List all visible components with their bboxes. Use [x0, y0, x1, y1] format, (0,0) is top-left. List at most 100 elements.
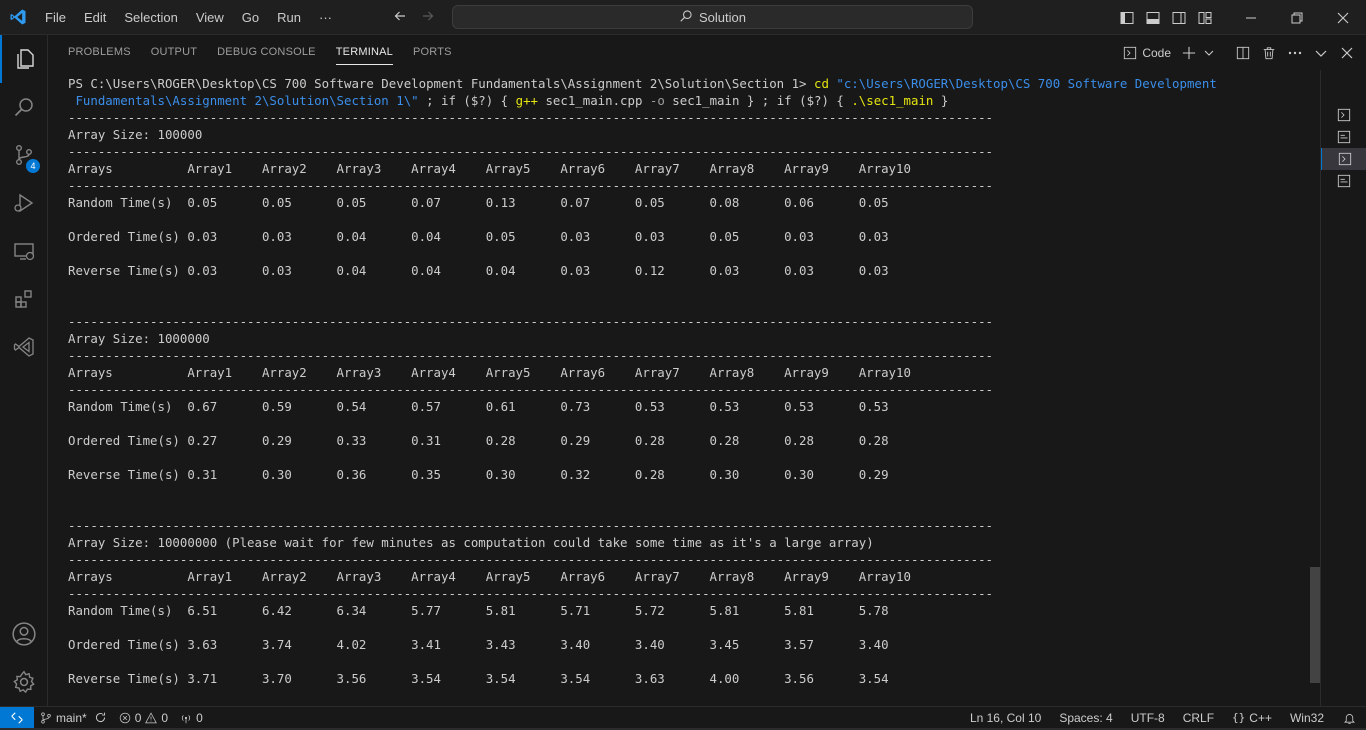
tab-output[interactable]: OUTPUT	[141, 35, 207, 70]
terminal-instance-3-icon[interactable]	[1321, 148, 1366, 170]
end-of-line[interactable]: CRLF	[1174, 707, 1223, 729]
forward-arrow-icon[interactable]	[420, 8, 436, 27]
restore-icon[interactable]	[1274, 0, 1320, 35]
close-window-icon[interactable]	[1320, 0, 1366, 35]
encoding[interactable]: UTF-8	[1122, 707, 1174, 729]
ports-status[interactable]: 0	[174, 707, 209, 729]
cmd-path-1: "c:\Users\ROGER\Desktop\CS 700 Software …	[828, 76, 1217, 91]
kill-terminal-trash-icon[interactable]	[1258, 42, 1280, 64]
time-value: 3.63	[634, 671, 665, 686]
ports-count: 0	[196, 710, 203, 725]
new-terminal-plus-icon[interactable]	[1178, 42, 1200, 64]
header-array-4: Array4	[411, 365, 456, 380]
toggle-panel-icon[interactable]	[1140, 0, 1166, 35]
platform[interactable]: Win32	[1281, 707, 1333, 729]
terminal-instance-4-icon[interactable]	[1321, 170, 1366, 192]
toggle-primary-sidebar-icon[interactable]	[1114, 0, 1140, 35]
separator-line: ----------------------------------------…	[68, 382, 993, 397]
time-value: 0.30	[485, 467, 516, 482]
tab-terminal[interactable]: TERMINAL	[326, 35, 403, 70]
time-value: 0.06	[784, 195, 814, 210]
indentation[interactable]: Spaces: 4	[1050, 707, 1121, 729]
close-panel-icon[interactable]	[1336, 42, 1358, 64]
search-icon[interactable]	[0, 83, 48, 131]
time-value: 0.07	[560, 195, 591, 210]
time-value: 5.71	[560, 603, 591, 618]
row-label: Ordered Time(s)	[68, 229, 180, 244]
source-control-icon[interactable]: 4	[0, 131, 48, 179]
time-value: 0.31	[187, 467, 218, 482]
remote-explorer-icon[interactable]	[0, 227, 48, 275]
account-icon[interactable]	[0, 610, 48, 658]
command-center-search[interactable]: Solution	[452, 5, 973, 29]
run-debug-icon[interactable]	[0, 179, 48, 227]
maximize-panel-chevron-icon[interactable]	[1310, 42, 1332, 64]
visual-studio-icon[interactable]	[0, 323, 48, 371]
menu-edit[interactable]: Edit	[75, 0, 115, 35]
toggle-secondary-sidebar-icon[interactable]	[1166, 0, 1192, 35]
terminal-instance-1-icon[interactable]	[1321, 104, 1366, 126]
menu-run[interactable]: Run	[268, 0, 310, 35]
time-value: 0.73	[560, 399, 591, 414]
time-value: 6.42	[261, 603, 292, 618]
time-value: 3.40	[634, 637, 665, 652]
terminal-output[interactable]: PS C:\Users\ROGER\Desktop\CS 700 Softwar…	[68, 75, 1318, 705]
back-arrow-icon[interactable]	[392, 8, 408, 27]
settings-gear-icon[interactable]	[0, 658, 48, 706]
remote-indicator-icon[interactable]	[0, 706, 34, 729]
minimize-icon[interactable]	[1228, 0, 1274, 35]
tab-debug-console[interactable]: DEBUG CONSOLE	[207, 35, 326, 70]
time-value: 0.32	[560, 467, 591, 482]
terminal-dropdown-chevron-icon[interactable]	[1198, 42, 1220, 64]
branch-status[interactable]: main*	[34, 707, 113, 729]
table-row: Ordered Time(s) 0.03 0.03 0.04 0.04 0.05 0.03 0…	[68, 228, 1318, 245]
menu-view[interactable]: View	[187, 0, 233, 35]
time-value: 0.53	[709, 399, 740, 414]
cmd-rest-3: sec1_main } ; if ($?) {	[664, 93, 852, 108]
time-value: 0.03	[784, 229, 814, 244]
split-terminal-icon[interactable]	[1232, 42, 1254, 64]
explorer-icon[interactable]	[0, 35, 48, 83]
time-value: 0.53	[784, 399, 814, 414]
row-label: Ordered Time(s)	[68, 433, 180, 448]
menu-selection[interactable]: Selection	[115, 0, 186, 35]
time-value: 0.04	[336, 263, 367, 278]
extensions-icon[interactable]	[0, 275, 48, 323]
notifications-bell-icon[interactable]	[1333, 712, 1366, 725]
time-value: 3.56	[336, 671, 367, 686]
time-value: 5.77	[411, 603, 441, 618]
terminal-scrollbar-thumb[interactable]	[1310, 567, 1320, 683]
time-value: 0.03	[261, 263, 292, 278]
cursor-position[interactable]: Ln 16, Col 10	[961, 707, 1050, 729]
cmd-path-2: Fundamentals\Assignment 2\Solution\Secti…	[68, 93, 419, 108]
menu-more[interactable]: ···	[310, 0, 341, 35]
tab-problems[interactable]: PROBLEMS	[58, 35, 141, 70]
terminal-instance-2-icon[interactable]	[1321, 126, 1366, 148]
time-value: 0.04	[336, 229, 367, 244]
language-mode[interactable]: {} C++	[1223, 707, 1281, 729]
time-value: 3.54	[560, 671, 591, 686]
header-array-6: Array6	[560, 161, 606, 176]
menu-go[interactable]: Go	[233, 0, 268, 35]
header-arrays: Arrays	[68, 569, 113, 584]
menu-file[interactable]: File	[36, 0, 75, 35]
time-value: 0.29	[858, 467, 889, 482]
separator-line: ----------------------------------------…	[68, 314, 993, 329]
separator-line: ----------------------------------------…	[68, 552, 993, 567]
time-value: 3.43	[485, 637, 516, 652]
terminal-profile-button[interactable]: Code	[1120, 42, 1174, 64]
more-actions-icon[interactable]	[1284, 42, 1306, 64]
header-arrays: Arrays	[68, 161, 113, 176]
tab-ports[interactable]: PORTS	[403, 35, 462, 70]
problems-status[interactable]: 0 0	[113, 707, 174, 729]
row-label: Reverse Time(s)	[68, 671, 180, 686]
customize-layout-icon[interactable]	[1192, 0, 1218, 35]
header-array-3: Array3	[336, 569, 382, 584]
search-icon	[679, 9, 693, 26]
time-value: 3.54	[858, 671, 889, 686]
header-array-1: Array1	[187, 365, 233, 380]
header-arrays: Arrays	[68, 365, 113, 380]
time-value: 5.81	[485, 603, 516, 618]
